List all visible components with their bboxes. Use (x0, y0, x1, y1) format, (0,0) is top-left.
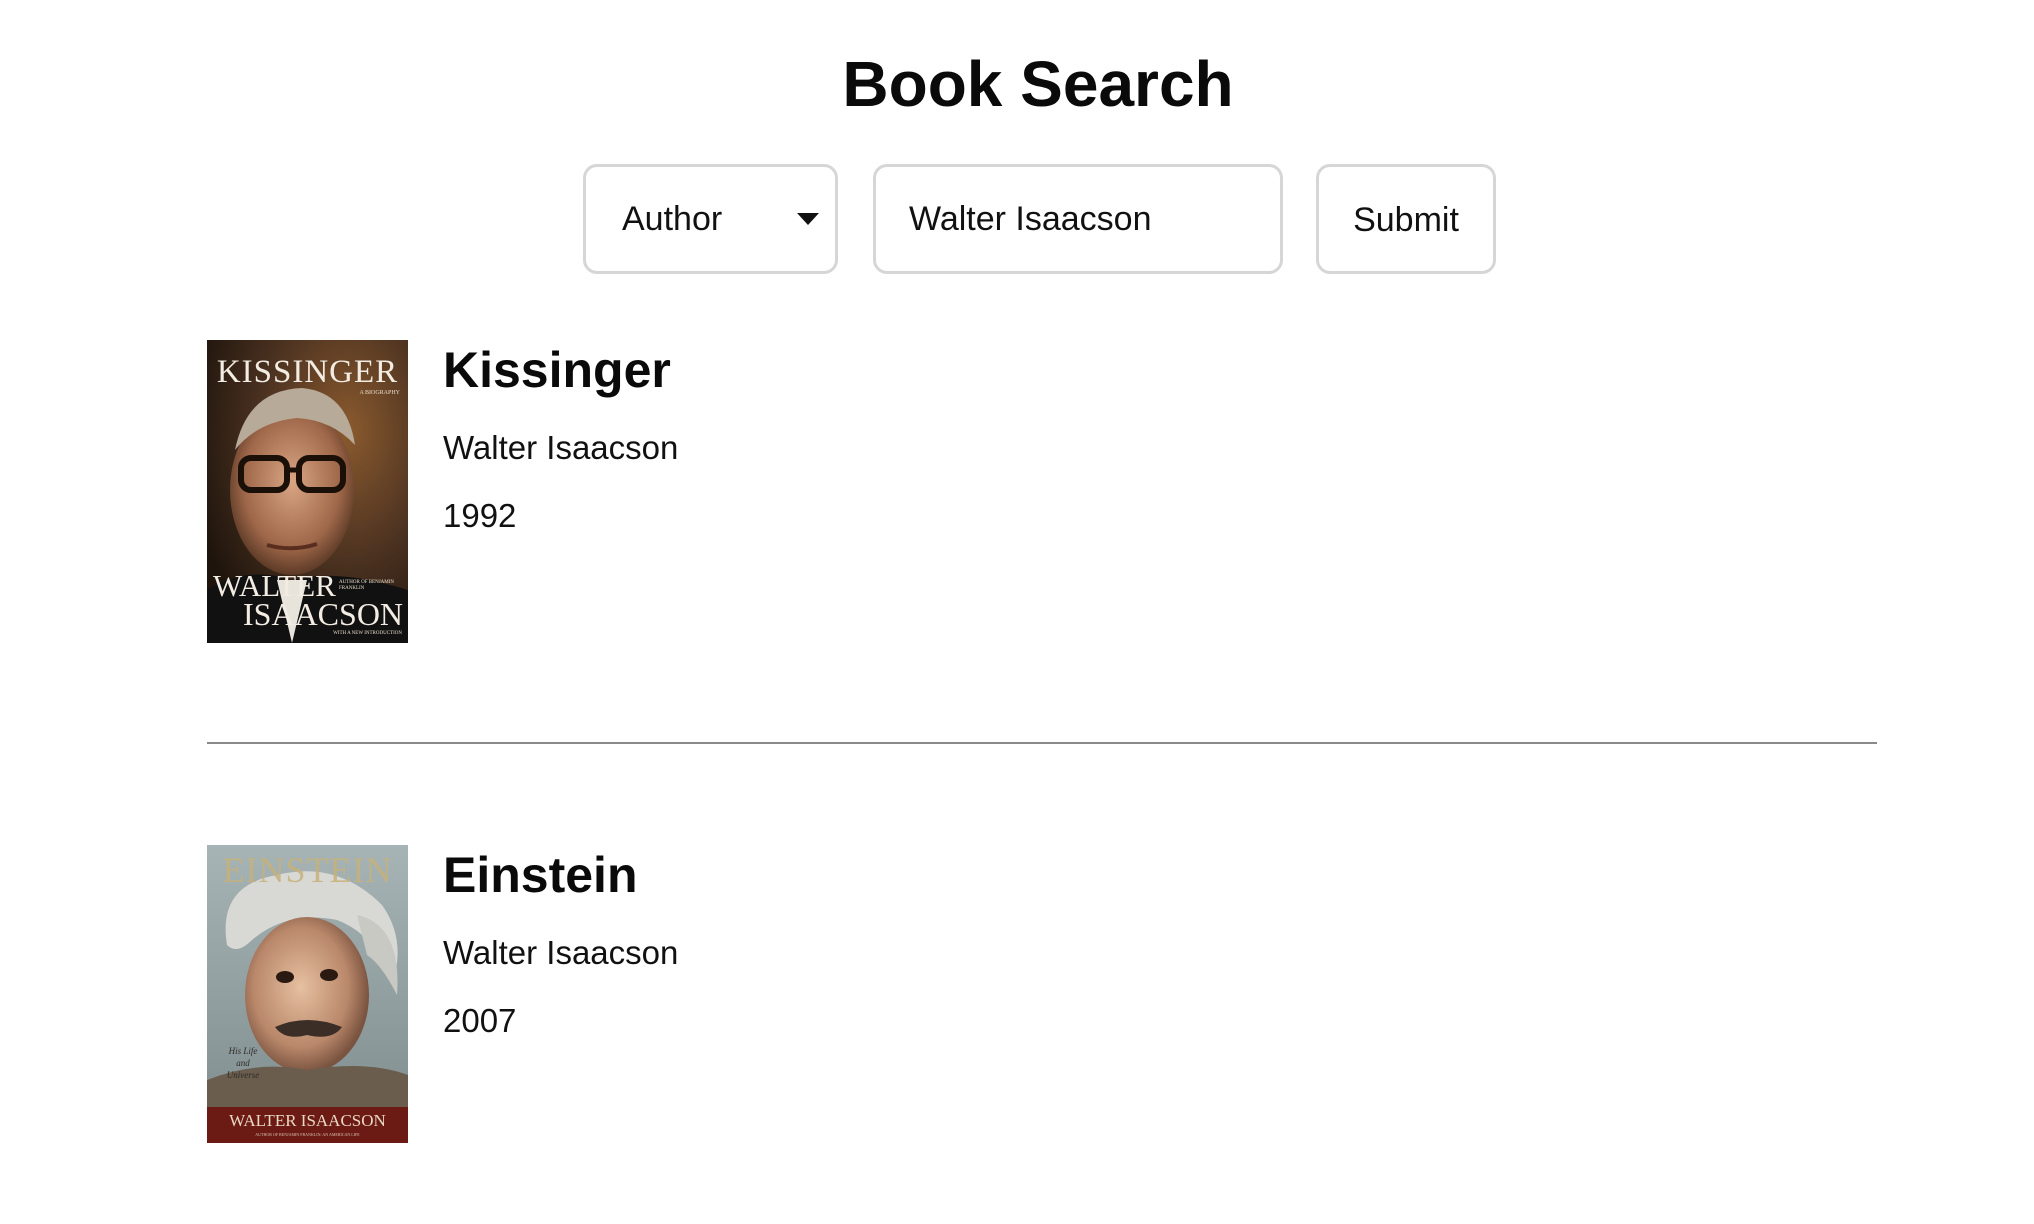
book-title[interactable]: Einstein (443, 845, 637, 905)
book-cover-kissinger[interactable]: KISSINGER A BIOGRAPHY WALTER AUTHOR OF B… (207, 340, 408, 643)
page-title: Book Search (842, 48, 1234, 120)
kissinger-cover-blurb: AUTHOR OF BENJAMIN FRANKLIN (339, 580, 395, 591)
chevron-down-icon (797, 213, 819, 225)
einstein-cover-tagline: AUTHOR OF BENJAMIN FRANKLIN: AN AMERICAN… (255, 1132, 360, 1137)
book-search-page: Book Search Author Submit (0, 0, 2034, 1224)
kissinger-cover-title: KISSINGER (216, 354, 399, 390)
search-field-selected-value: Author (622, 200, 723, 238)
einstein-cover-author: WALTER ISAACSON (229, 1111, 386, 1130)
results-divider (207, 742, 1877, 744)
search-query-field[interactable] (873, 164, 1283, 274)
book-year: 2007 (443, 1002, 517, 1039)
book-cover-einstein[interactable]: EINSTEIN His Life and Universe WALTER IS… (207, 845, 408, 1143)
result-item: EINSTEIN His Life and Universe WALTER IS… (207, 845, 1877, 1145)
search-field-select[interactable]: Author (583, 164, 838, 274)
book-title[interactable]: Kissinger (443, 340, 671, 400)
search-input[interactable] (909, 167, 1259, 271)
kissinger-cover-subtitle: A BIOGRAPHY (359, 390, 400, 396)
book-year: 1992 (443, 497, 517, 534)
book-author: Walter Isaacson (443, 429, 679, 466)
kissinger-cover-tagline: WITH A NEW INTRODUCTION (333, 631, 402, 636)
result-item: KISSINGER A BIOGRAPHY WALTER AUTHOR OF B… (207, 340, 1877, 650)
submit-button[interactable]: Submit (1316, 164, 1496, 274)
einstein-cover-title: EINSTEIN (222, 850, 393, 890)
einstein-cover-subtitle: His Life and Universe (226, 1046, 260, 1080)
kissinger-cover-author-2: ISAACSON (243, 596, 404, 632)
book-author: Walter Isaacson (443, 934, 679, 971)
